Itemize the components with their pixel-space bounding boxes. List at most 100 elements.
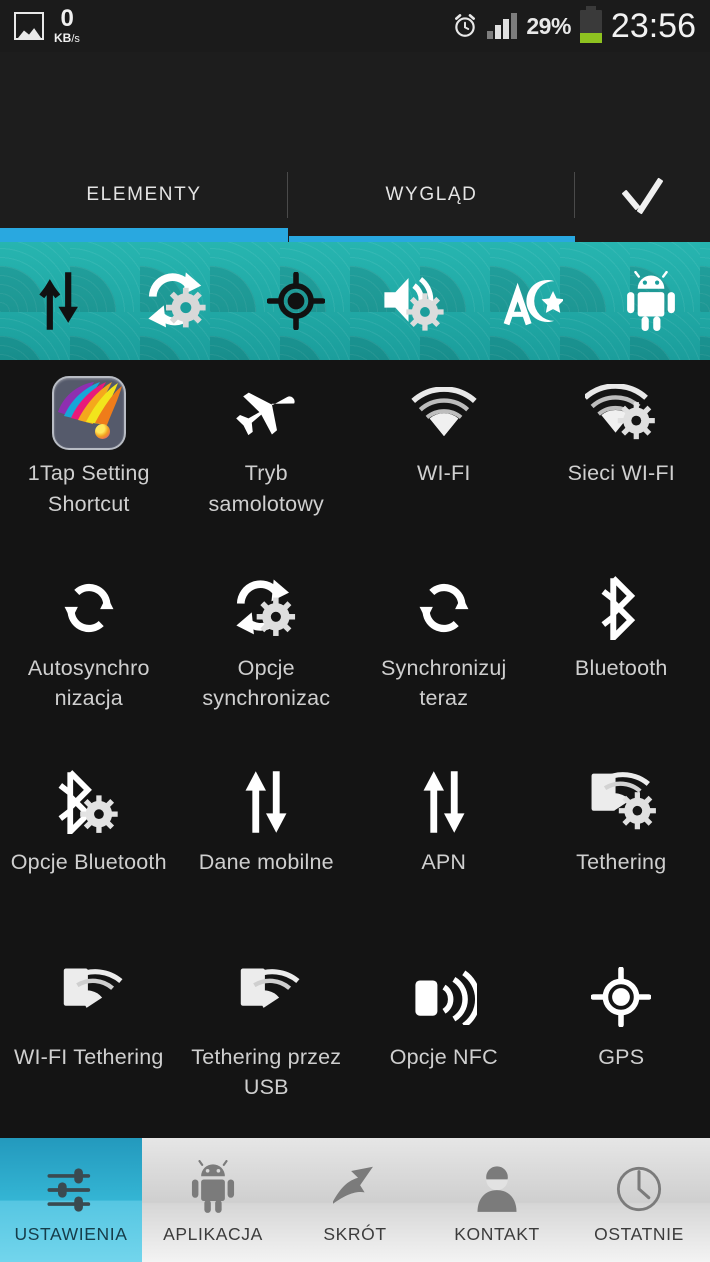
- grid-item-label: Autosynchro nizacja: [27, 655, 150, 711]
- nav-item-label: OSTATNIE: [594, 1223, 684, 1244]
- tab-wyglad[interactable]: WYGLĄD: [288, 160, 575, 230]
- mobile-data-icon: [242, 763, 290, 841]
- grid-item-label: Opcje Bluetooth: [10, 850, 167, 874]
- grid-item-label: Sieci WI-FI: [567, 461, 675, 485]
- network-speed-indicator: 0 KB/s: [54, 7, 80, 45]
- signal-bars-icon: [487, 13, 518, 39]
- grid-item-nfc-options[interactable]: Opcje NFC: [355, 944, 533, 1139]
- grid-item-label: WI-FI: [416, 461, 471, 485]
- sync-now-icon: [414, 569, 474, 647]
- tab-elementy-label: ELEMENTY: [86, 184, 202, 205]
- nav-item-ustawienia[interactable]: USTAWIENIA: [0, 1138, 142, 1262]
- grid-item-1tap-setting-shortcut[interactable]: 1Tap Setting Shortcut: [0, 360, 178, 555]
- nav-item-label: APLIKACJA: [163, 1223, 263, 1244]
- grid-item-wifi-networks[interactable]: Sieci WI-FI: [533, 360, 710, 555]
- gps-target-icon: [591, 958, 652, 1036]
- grid-item-label: Opcje NFC: [389, 1044, 498, 1069]
- grid-item-label: Tethering: [576, 850, 667, 874]
- grid-item-airplane-mode[interactable]: Tryb samolotowy: [178, 360, 356, 555]
- nav-item-kontakt[interactable]: KONTAKT: [426, 1138, 568, 1262]
- shortcut-arrow-icon: [333, 1156, 377, 1218]
- language-icon: [501, 272, 564, 330]
- app-root: 0 KB/s 29% 23:56 ELEMENTY WYGLĄD 1Tap Se…: [0, 0, 710, 1262]
- mobile-data-icon: [36, 270, 82, 332]
- grid-item-gps[interactable]: GPS: [533, 944, 710, 1139]
- network-speed-unit: KB/s: [54, 31, 80, 45]
- settings-grid: 1Tap Setting Shortcut Tryb samolotowy WI…: [0, 360, 710, 1138]
- sync-settings-icon: [144, 270, 210, 332]
- tethering-settings-icon: [585, 763, 657, 841]
- grid-item-wifi-tethering[interactable]: WI-FI Tethering: [0, 944, 178, 1139]
- status-bar: 0 KB/s 29% 23:56: [0, 0, 710, 52]
- preview-item-gps[interactable]: [237, 272, 355, 330]
- grid-item-autosync[interactable]: Autosynchro nizacja: [0, 555, 178, 750]
- bottom-navigation: USTAWIENIA APLIKACJA SKRÓT KONTAKT OSTAT…: [0, 1138, 710, 1262]
- preview-item-android[interactable]: [592, 271, 710, 331]
- status-bar-right: 29% 23:56: [452, 5, 696, 45]
- bluetooth-icon: [598, 569, 644, 647]
- network-speed-value: 0: [60, 5, 74, 32]
- airplane-icon: [235, 374, 297, 452]
- apn-icon: [420, 763, 468, 841]
- grid-item-apn[interactable]: APN: [355, 749, 533, 944]
- nfc-icon: [411, 958, 477, 1036]
- grid-item-bluetooth[interactable]: Bluetooth: [533, 555, 710, 750]
- nav-item-label: USTAWIENIA: [14, 1223, 128, 1244]
- grid-item-label: Synchronizuj teraz: [381, 655, 507, 711]
- nav-item-aplikacja[interactable]: APLIKACJA: [142, 1138, 284, 1262]
- tab-elementy[interactable]: ELEMENTY: [0, 160, 288, 230]
- volume-settings-icon: [380, 271, 448, 331]
- tab-bar: ELEMENTY WYGLĄD: [0, 160, 710, 242]
- tab-wyglad-label: WYGLĄD: [385, 184, 478, 205]
- gallery-icon: [14, 12, 44, 40]
- nav-item-ostatnie[interactable]: OSTATNIE: [568, 1138, 710, 1262]
- status-bar-left: 0 KB/s: [14, 7, 80, 45]
- confirm-button[interactable]: [575, 160, 710, 230]
- contact-person-icon: [475, 1156, 519, 1218]
- gps-target-icon: [266, 272, 325, 330]
- grid-item-label: Opcje synchronizac: [202, 655, 331, 711]
- sync-settings-icon: [232, 569, 300, 647]
- preview-item-language[interactable]: [473, 272, 591, 330]
- usb-tethering-icon: [232, 958, 300, 1036]
- nav-item-label: KONTAKT: [454, 1223, 540, 1244]
- grid-item-usb-tethering[interactable]: Tethering przez USB: [178, 944, 356, 1139]
- alarm-clock-icon: [452, 13, 478, 39]
- grid-item-mobile-data[interactable]: Dane mobilne: [178, 749, 356, 944]
- tab-row: ELEMENTY WYGLĄD: [0, 160, 710, 230]
- grid-item-label: APN: [421, 850, 467, 874]
- battery-icon: [579, 5, 602, 43]
- bluetooth-settings-icon: [58, 763, 120, 841]
- grid-item-label: GPS: [598, 1044, 645, 1069]
- clock-icon: [615, 1156, 663, 1218]
- grid-item-label: WI-FI Tethering: [13, 1044, 164, 1069]
- android-robot-icon: [623, 271, 679, 331]
- wifi-settings-icon: [585, 374, 657, 452]
- sync-icon: [59, 569, 119, 647]
- preview-item-volume-settings[interactable]: [355, 271, 473, 331]
- wifi-tethering-icon: [55, 958, 123, 1036]
- grid-item-label: Bluetooth: [574, 655, 668, 680]
- battery-percent: 29%: [526, 12, 571, 39]
- grid-item-label: Tethering przez USB: [191, 1044, 342, 1100]
- wifi-icon: [411, 374, 477, 452]
- android-robot-icon: [189, 1156, 237, 1218]
- grid-item-label: 1Tap Setting Shortcut: [27, 461, 150, 516]
- preview-item-mobile-data[interactable]: [0, 270, 118, 332]
- sliders-icon: [45, 1156, 97, 1218]
- tab-active-indicator: [0, 228, 288, 242]
- header-spacer: [0, 52, 710, 160]
- check-icon: [616, 175, 670, 215]
- widget-preview-bar: [0, 242, 710, 360]
- grid-item-wifi[interactable]: WI-FI: [355, 360, 533, 555]
- nav-item-label: SKRÓT: [323, 1223, 387, 1244]
- status-bar-clock: 23:56: [610, 7, 696, 45]
- grid-item-label: Dane mobilne: [198, 850, 334, 874]
- nav-item-skrot[interactable]: SKRÓT: [284, 1138, 426, 1262]
- grid-item-sync-now[interactable]: Synchronizuj teraz: [355, 555, 533, 750]
- app-shortcut-icon: [51, 374, 126, 452]
- grid-item-tethering[interactable]: Tethering: [533, 749, 710, 944]
- grid-item-sync-options[interactable]: Opcje synchronizac: [178, 555, 356, 750]
- preview-item-sync-settings[interactable]: [118, 270, 236, 332]
- grid-item-bluetooth-options[interactable]: Opcje Bluetooth: [0, 749, 178, 944]
